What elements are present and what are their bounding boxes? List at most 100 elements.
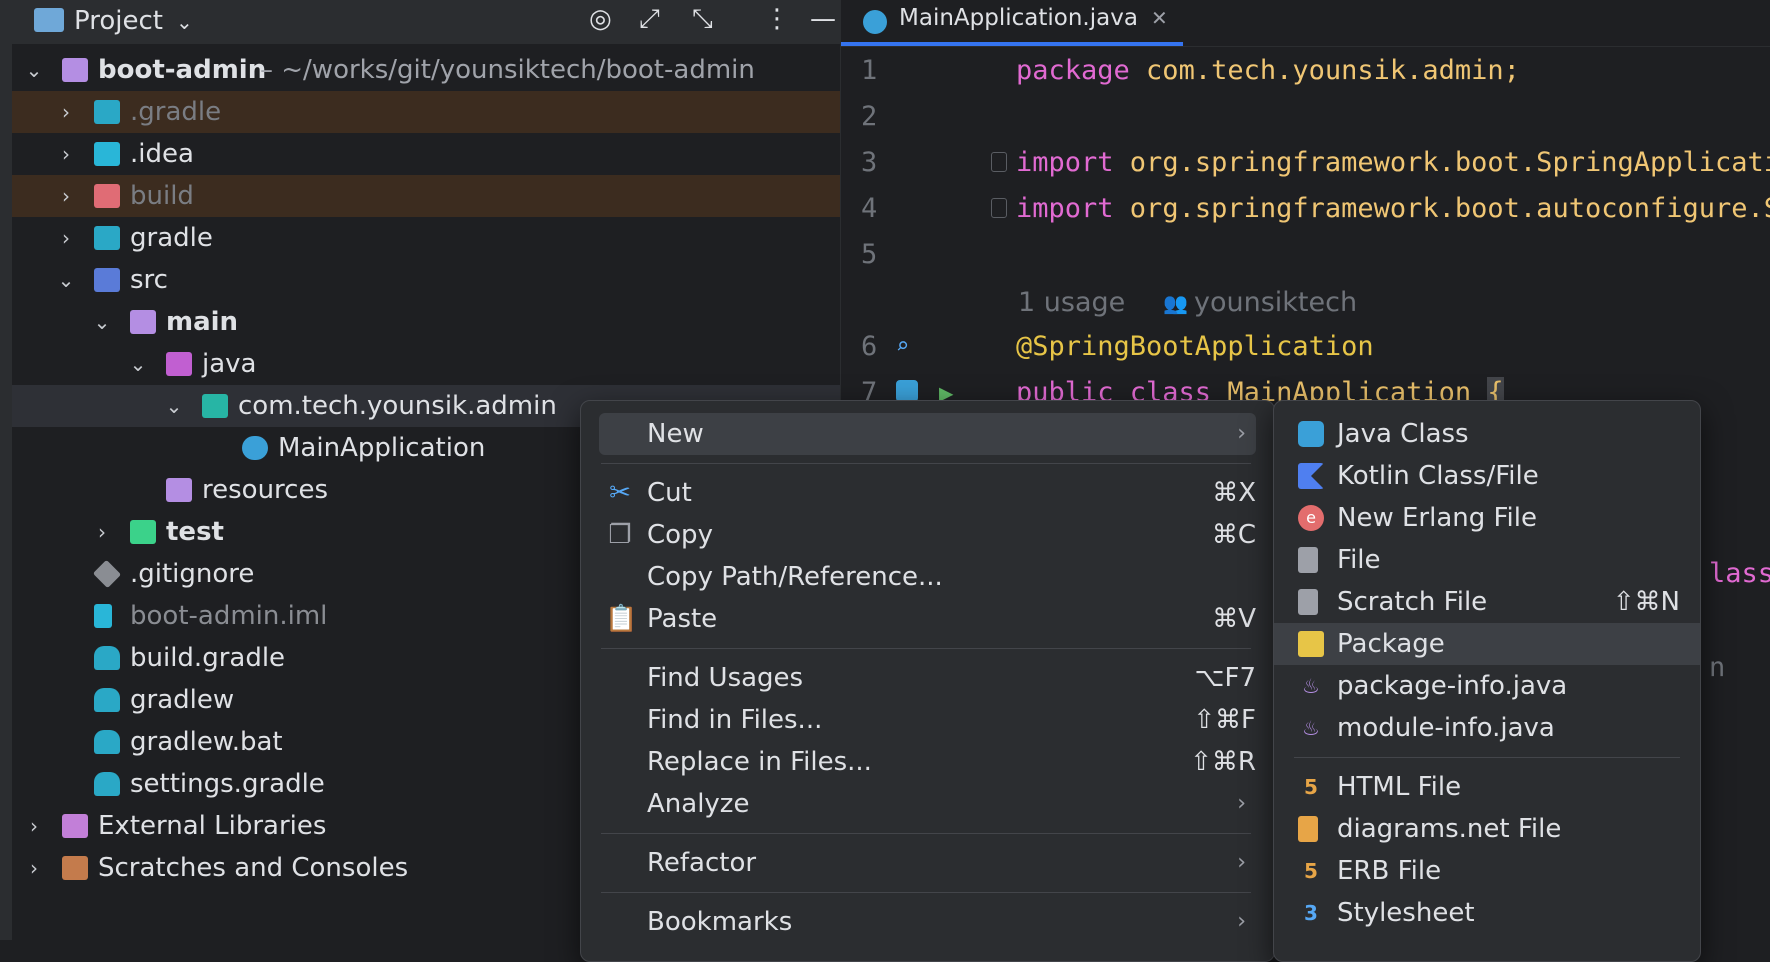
chevron-down-icon[interactable]: ⌄	[90, 301, 114, 343]
submenu-item-stylesheet[interactable]: 3 Stylesheet	[1274, 892, 1700, 934]
tree-label: Scratches and Consoles	[98, 853, 409, 883]
hide-panel-icon[interactable]: —	[810, 4, 836, 34]
tree-row-build[interactable]: › build	[12, 175, 840, 217]
submenu-item-package[interactable]: Package	[1274, 623, 1700, 665]
submenu-item-diagrams[interactable]: diagrams.net File	[1274, 808, 1700, 850]
search-icon[interactable]: ⌕	[896, 324, 909, 370]
module-folder-icon	[130, 310, 156, 334]
close-icon[interactable]: ✕	[1151, 6, 1168, 30]
chevron-down-icon[interactable]: ⌄	[22, 49, 46, 91]
chevron-right-icon: ›	[1237, 421, 1246, 446]
gradle-elephant-icon	[94, 688, 120, 712]
java-class-icon	[242, 436, 268, 460]
resources-folder-icon	[166, 478, 192, 502]
gradle-elephant-icon	[94, 772, 120, 796]
collapse-all-icon[interactable]: ⤡	[692, 4, 713, 35]
menu-label: Cut	[647, 478, 692, 508]
submenu-item-scratch[interactable]: Scratch File ⇧⌘N	[1274, 581, 1700, 623]
line-number: 4	[861, 193, 878, 224]
menu-item-find-usages[interactable]: Find Usages ⌥F7	[599, 657, 1256, 699]
tree-row-gradle[interactable]: › gradle	[12, 217, 840, 259]
excluded-folder-icon	[94, 184, 120, 208]
separator	[601, 833, 1251, 834]
chevron-down-icon[interactable]: ⌄	[162, 385, 186, 427]
submenu-label: Kotlin Class/File	[1337, 461, 1539, 491]
tree-row-java[interactable]: ⌄ java	[12, 343, 840, 385]
menu-item-refactor[interactable]: Refactor ›	[599, 842, 1256, 884]
tree-row-main[interactable]: ⌄ main	[12, 301, 840, 343]
project-title[interactable]: Project	[74, 6, 163, 36]
code-line[interactable]: 1 package com.tech.younsik.admin;	[841, 48, 1770, 94]
code-line[interactable]: 3 import org.springframework.boot.Spring…	[841, 140, 1770, 186]
fold-icon[interactable]	[991, 198, 1007, 218]
menu-item-copy-path[interactable]: Copy Path/Reference...	[599, 556, 1256, 598]
code-text: org.springframework.boot.autoconfigure.S	[1113, 193, 1770, 224]
expand-all-icon[interactable]: ⤢	[639, 4, 660, 35]
menu-item-copy[interactable]: ❐ Copy ⌘C	[599, 514, 1256, 556]
code-line[interactable]: 5	[841, 232, 1770, 278]
chevron-right-icon[interactable]: ›	[54, 91, 78, 133]
code-keyword: import	[1016, 193, 1114, 224]
locate-target-icon[interactable]: ◎	[589, 4, 612, 34]
java-source-folder-icon	[166, 352, 192, 376]
bean-icon[interactable]	[896, 380, 918, 402]
scratch-file-icon	[1298, 589, 1318, 615]
menu-item-analyze[interactable]: Analyze ›	[599, 783, 1256, 825]
menu-item-paste[interactable]: 📋 Paste ⌘V	[599, 598, 1256, 640]
code-annotation: @SpringBootApplication	[1016, 331, 1374, 362]
chevron-right-icon[interactable]: ›	[54, 217, 78, 259]
menu-item-replace-in-files[interactable]: Replace in Files... ⇧⌘R	[599, 741, 1256, 783]
java-file-icon: ♨	[1302, 674, 1320, 698]
chevron-right-icon[interactable]: ›	[54, 133, 78, 175]
submenu-item-java-class[interactable]: Java Class	[1274, 413, 1700, 455]
java-class-icon	[1298, 421, 1324, 447]
tree-label: build.gradle	[130, 643, 286, 673]
submenu-item-kotlin[interactable]: Kotlin Class/File	[1274, 455, 1700, 497]
author-hint[interactable]: younsiktech	[1194, 280, 1357, 326]
submenu-item-file[interactable]: File	[1274, 539, 1700, 581]
tree-label: resources	[202, 475, 329, 505]
chevron-right-icon[interactable]: ›	[22, 805, 46, 847]
submenu-item-package-info[interactable]: ♨ package-info.java	[1274, 665, 1700, 707]
submenu-item-module-info[interactable]: ♨ module-info.java	[1274, 707, 1700, 749]
code-line[interactable]: 4 import org.springframework.boot.autoco…	[841, 186, 1770, 232]
submenu-item-html[interactable]: 5 HTML File	[1274, 766, 1700, 808]
menu-item-find-in-files[interactable]: Find in Files... ⇧⌘F	[599, 699, 1256, 741]
usage-hint[interactable]: 1 usage	[1018, 280, 1125, 326]
tree-label: .gradle	[130, 97, 222, 127]
tab-mainapplication[interactable]: MainApplication.java ✕	[841, 0, 1183, 46]
more-options-icon[interactable]: ⋮	[764, 4, 790, 34]
submenu-item-erb[interactable]: 5 ERB File	[1274, 850, 1700, 892]
menu-item-new[interactable]: New ›	[599, 413, 1256, 455]
submenu-label: module-info.java	[1337, 713, 1555, 743]
css-icon: 3	[1304, 901, 1318, 925]
code-line[interactable]: 2	[841, 94, 1770, 140]
fold-icon[interactable]	[991, 152, 1007, 172]
menu-label: Refactor	[647, 848, 757, 878]
submenu-label: Package	[1337, 629, 1445, 659]
submenu-item-erlang[interactable]: e New Erlang File	[1274, 497, 1700, 539]
chevron-down-icon[interactable]: ⌄	[54, 259, 78, 301]
menu-label: Find in Files...	[647, 705, 823, 735]
code-line[interactable]: 6 ⌕ @SpringBootApplication	[841, 324, 1770, 370]
chevron-down-icon[interactable]: ⌄	[176, 10, 193, 34]
tree-row-boot-admin[interactable]: ⌄ boot-admin – ~/works/git/younsiktech/b…	[12, 49, 840, 91]
tree-row-gradle-dir[interactable]: › .gradle	[12, 91, 840, 133]
chevron-right-icon[interactable]: ›	[22, 847, 46, 889]
line-number: 5	[861, 239, 878, 270]
chevron-down-icon[interactable]: ⌄	[126, 343, 150, 385]
menu-item-cut[interactable]: ✂ Cut ⌘X	[599, 472, 1256, 514]
code-keyword: import	[1016, 147, 1114, 178]
tree-row-idea[interactable]: › .idea	[12, 133, 840, 175]
tree-row-src[interactable]: ⌄ src	[12, 259, 840, 301]
menu-item-bookmarks[interactable]: Bookmarks ›	[599, 901, 1256, 943]
separator	[601, 648, 1251, 649]
submenu-label: HTML File	[1337, 772, 1462, 802]
menu-label: Bookmarks	[647, 907, 793, 937]
chevron-right-icon[interactable]: ›	[90, 511, 114, 553]
submenu-label: Stylesheet	[1337, 898, 1475, 928]
chevron-right-icon[interactable]: ›	[54, 175, 78, 217]
shortcut: ⌘V	[1212, 604, 1256, 634]
usage-hint-line: 1 usage 👥 younsiktech	[841, 280, 1770, 326]
submenu-label: diagrams.net File	[1337, 814, 1562, 844]
